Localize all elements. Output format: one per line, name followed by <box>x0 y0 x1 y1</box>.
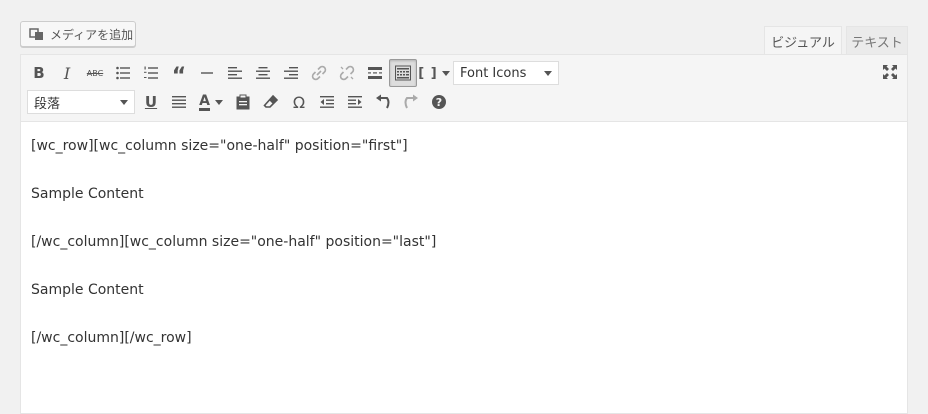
add-media-button[interactable]: メディアを追加 <box>20 21 136 47</box>
special-character-button[interactable]: Ω <box>285 88 313 116</box>
align-right-icon <box>284 67 298 79</box>
tab-visual[interactable]: ビジュアル <box>764 26 842 55</box>
outdent-icon <box>320 96 334 108</box>
align-center-button[interactable] <box>249 59 277 87</box>
chevron-down-icon <box>441 70 450 76</box>
strikethrough-button[interactable]: ABC <box>81 59 109 87</box>
chevron-down-icon <box>120 99 128 105</box>
help-icon: ? <box>432 95 446 109</box>
help-button[interactable]: ? <box>425 88 453 116</box>
media-icon <box>29 28 43 40</box>
outdent-button[interactable] <box>313 88 341 116</box>
undo-button[interactable] <box>369 88 397 116</box>
eraser-icon <box>263 94 279 108</box>
underline-button[interactable]: U <box>137 88 165 116</box>
font-icons-select[interactable]: Font Icons <box>453 61 559 85</box>
insert-link-button[interactable] <box>305 59 333 87</box>
bullet-list-button[interactable] <box>109 59 137 87</box>
svg-text:?: ? <box>436 96 442 109</box>
add-media-label: メディアを追加 <box>50 27 134 42</box>
numbered-list-icon <box>144 66 158 79</box>
clear-formatting-button[interactable] <box>257 88 285 116</box>
bullet-list-icon <box>116 66 130 80</box>
chevron-down-icon <box>544 70 552 76</box>
keyboard-icon <box>395 65 411 81</box>
format-select[interactable]: 段落 <box>27 90 135 114</box>
horizontal-line-icon <box>201 72 213 74</box>
blockquote-button[interactable]: “ <box>165 59 193 88</box>
shortcode-dropdown-button[interactable]: [ ] <box>417 59 451 87</box>
editor: B I ABC “ [] Font Icons 段落 U A Ω ? [wc_… <box>20 54 908 414</box>
align-left-icon <box>228 67 242 79</box>
read-more-button[interactable] <box>361 59 389 87</box>
editor-content[interactable]: [wc_row][wc_column size="one-half" posit… <box>31 134 436 374</box>
toolbar-row-1: B I ABC “ [] Font Icons <box>25 59 561 88</box>
redo-icon <box>404 94 418 109</box>
align-left-button[interactable] <box>221 59 249 87</box>
content-line: Sample Content <box>31 186 144 202</box>
horizontal-line-button[interactable] <box>193 59 221 87</box>
indent-button[interactable] <box>341 88 369 116</box>
text-color-button[interactable]: A <box>193 88 229 116</box>
content-line: [wc_row][wc_column size="one-half" posit… <box>31 138 408 154</box>
align-justify-icon <box>172 96 186 108</box>
undo-icon <box>376 94 390 109</box>
toolbar-toggle-button[interactable] <box>389 59 417 87</box>
numbered-list-button[interactable] <box>137 59 165 87</box>
align-right-button[interactable] <box>277 59 305 87</box>
italic-button[interactable]: I <box>53 59 81 87</box>
read-more-icon <box>368 67 382 79</box>
indent-icon <box>348 96 362 108</box>
remove-link-button[interactable] <box>333 59 361 87</box>
clipboard-icon <box>236 94 250 110</box>
chevron-down-icon <box>214 99 223 105</box>
format-select-value: 段落 <box>34 96 61 112</box>
toolbar-row-2: 段落 U A Ω ? <box>25 88 453 116</box>
editor-toolbar: B I ABC “ [] Font Icons 段落 U A Ω ? <box>21 55 907 122</box>
content-line: Sample Content <box>31 282 144 298</box>
unlink-icon <box>339 65 355 81</box>
fullscreen-icon[interactable] <box>881 63 899 81</box>
redo-button[interactable] <box>397 88 425 116</box>
link-icon <box>311 65 327 81</box>
content-line: [/wc_column][/wc_row] <box>31 330 192 346</box>
text-color-icon: A <box>199 92 210 111</box>
shortcode-label: [ ] <box>418 65 438 81</box>
align-center-icon <box>256 67 270 79</box>
tab-text[interactable]: テキスト <box>846 26 908 55</box>
bold-button[interactable]: B <box>25 59 53 87</box>
justify-button[interactable] <box>165 88 193 116</box>
font-icons-select-value: Font Icons <box>460 65 527 81</box>
paste-text-button[interactable] <box>229 88 257 116</box>
content-line: [/wc_column][wc_column size="one-half" p… <box>31 234 437 250</box>
